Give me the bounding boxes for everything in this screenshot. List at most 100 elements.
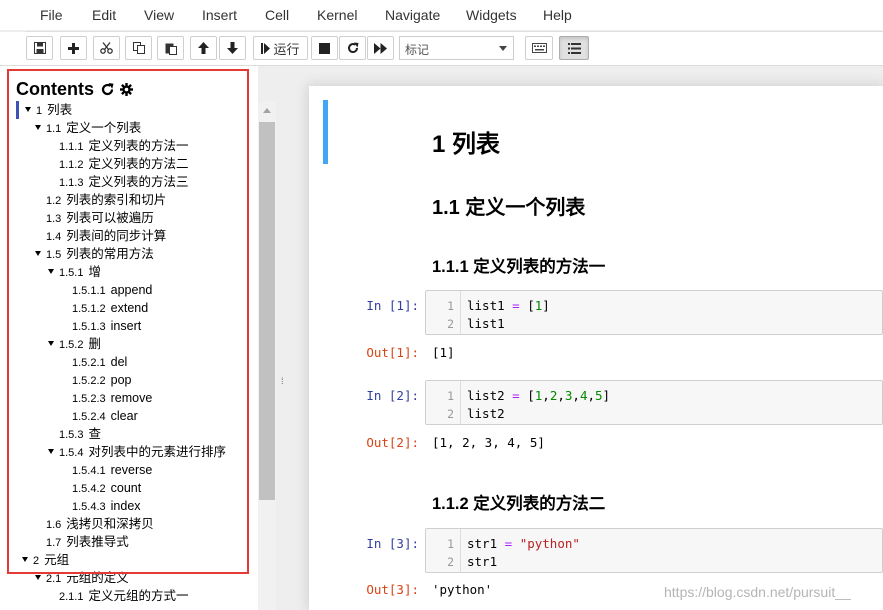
menu-help[interactable]: Help — [543, 7, 572, 23]
toc-item[interactable]: 1.5.2.4 clear — [72, 407, 138, 425]
line-number: 2 — [447, 555, 454, 569]
code-cell[interactable]: 1 2 list2 = [1,2,3,4,5] list2 — [425, 380, 883, 425]
plus-icon — [68, 42, 79, 54]
toc-item[interactable]: 1.5.1.3 insert — [72, 317, 141, 335]
save-button[interactable] — [26, 36, 53, 60]
cell-output: [1, 2, 3, 4, 5] — [432, 435, 545, 450]
menu-view[interactable]: View — [144, 7, 174, 23]
input-prompt: In [3]: — [366, 536, 419, 551]
scrollbar-thumb[interactable] — [259, 122, 275, 500]
toc-toggle-button[interactable] — [559, 36, 589, 60]
toc-item[interactable]: 1.6 浅拷贝和深拷贝 — [46, 515, 154, 533]
toc-item[interactable]: 1.1.1 定义列表的方法一 — [59, 137, 188, 155]
menu-navigate[interactable]: Navigate — [385, 7, 440, 23]
toc-item[interactable]: 1.5 列表的常用方法 — [35, 245, 154, 263]
menu-widgets[interactable]: Widgets — [466, 7, 517, 23]
copy-button[interactable] — [125, 36, 152, 60]
toc-item[interactable]: 1.5.4.1 reverse — [72, 461, 152, 479]
code-cell[interactable]: 1 2 list1 = [1] list1 — [425, 290, 883, 335]
toc-item[interactable]: 1 列表 — [25, 101, 72, 119]
caret-down-icon — [35, 575, 41, 580]
caret-down-icon — [35, 251, 41, 256]
menu-cell[interactable]: Cell — [265, 7, 289, 23]
toc-item[interactable]: 1.5.1 增 — [48, 263, 101, 281]
code-cell[interactable]: 1 2 str1 = "python" str1 — [425, 528, 883, 573]
code-line: list1 — [467, 316, 505, 331]
output-prompt: Out[3]: — [366, 582, 419, 597]
refresh-icon[interactable] — [101, 83, 114, 96]
heading-2: 1.1 定义一个列表 — [432, 197, 586, 219]
selected-cell-indicator — [323, 100, 328, 164]
toc-item[interactable]: 1.5.2.2 pop — [72, 371, 132, 389]
caret-down-icon — [25, 107, 31, 112]
code-line: list1 = [1] — [467, 298, 550, 313]
toc-item[interactable]: 2.1.1 定义元组的方式一 — [59, 587, 188, 605]
heading-1: 1 列表 — [432, 131, 501, 158]
paste-button[interactable] — [157, 36, 184, 60]
toc-title: Contents — [16, 79, 94, 99]
toc-item[interactable]: 2 元组 — [22, 551, 69, 569]
line-number: 1 — [447, 299, 454, 313]
insert-cell-button[interactable] — [60, 36, 87, 60]
list-icon — [567, 42, 581, 54]
toc-item[interactable]: 1.3 列表可以被遍历 — [46, 209, 154, 227]
toc-item[interactable]: 1.5.1.1 append — [72, 281, 152, 299]
step-forward-icon — [261, 42, 271, 54]
toc-item[interactable]: 1.5.2 删 — [48, 335, 101, 353]
toc-item[interactable]: 1.4 列表间的同步计算 — [46, 227, 166, 245]
toc-item[interactable]: 1.5.1.2 extend — [72, 299, 148, 317]
toc-item[interactable]: 1.5.4.3 index — [72, 497, 141, 515]
output-prompt: Out[1]: — [366, 345, 419, 360]
line-number: 1 — [447, 389, 454, 403]
gear-icon[interactable] — [120, 83, 133, 96]
input-prompt: In [2]: — [366, 388, 419, 403]
toc-item[interactable]: 1.7 列表推导式 — [46, 533, 129, 551]
toc-item[interactable]: 1.1.2 定义列表的方法二 — [59, 155, 188, 173]
arrow-down-icon — [227, 42, 238, 54]
resize-handle-icon[interactable]: ⁞ — [281, 376, 284, 386]
line-number: 2 — [447, 317, 454, 331]
code-line: list2 — [467, 406, 505, 421]
toc-item[interactable]: 2.1 元组的定义 — [35, 569, 129, 587]
code-line: str1 — [467, 554, 498, 569]
toolbar: 运行 标记 — [0, 32, 883, 66]
caret-down-icon — [48, 341, 54, 346]
keyboard-icon — [531, 43, 547, 53]
line-number: 2 — [447, 407, 454, 421]
toc-item[interactable]: 1.5.4.2 count — [72, 479, 141, 497]
heading-3: 1.1.1 定义列表的方法一 — [432, 258, 606, 276]
arrow-up-icon — [198, 42, 209, 54]
restart-button[interactable] — [339, 36, 366, 60]
toc-item[interactable]: 1.5.3 查 — [59, 425, 101, 443]
menu-insert[interactable]: Insert — [202, 7, 237, 23]
toc-item[interactable]: 1.1 定义一个列表 — [35, 119, 141, 137]
toc-item[interactable]: 1.1.3 定义列表的方法三 — [59, 173, 188, 191]
fast-forward-icon — [374, 42, 387, 54]
code-line: list2 = [1,2,3,4,5] — [467, 388, 611, 403]
move-down-button[interactable] — [219, 36, 246, 60]
save-icon — [33, 42, 46, 54]
caret-down-icon — [35, 125, 41, 130]
menu-edit[interactable]: Edit — [92, 7, 116, 23]
scroll-up-arrow-icon[interactable] — [258, 102, 276, 120]
run-button[interactable]: 运行 — [253, 36, 308, 60]
interrupt-button[interactable] — [311, 36, 338, 60]
move-up-button[interactable] — [190, 36, 217, 60]
chevron-down-icon — [499, 46, 507, 51]
toc-item[interactable]: 1.5.2.3 remove — [72, 389, 152, 407]
cell-output: [1] — [432, 345, 455, 360]
scissors-icon — [100, 42, 113, 54]
run-button-label: 运行 — [273, 41, 300, 57]
heading-3: 1.1.2 定义列表的方法二 — [432, 495, 606, 513]
cell-type-select[interactable]: 标记 — [399, 36, 514, 60]
toc-item[interactable]: 1.5.2.1 del — [72, 353, 127, 371]
toc-item[interactable]: 1.5.4 对列表中的元素进行排序 — [48, 443, 226, 461]
cut-button[interactable] — [93, 36, 120, 60]
input-prompt: In [1]: — [366, 298, 419, 313]
command-palette-button[interactable] — [525, 36, 553, 60]
menu-file[interactable]: File — [40, 7, 63, 23]
copy-icon — [132, 42, 145, 54]
toc-item[interactable]: 1.2 列表的索引和切片 — [46, 191, 166, 209]
menu-kernel[interactable]: Kernel — [317, 7, 357, 23]
run-all-button[interactable] — [367, 36, 394, 60]
